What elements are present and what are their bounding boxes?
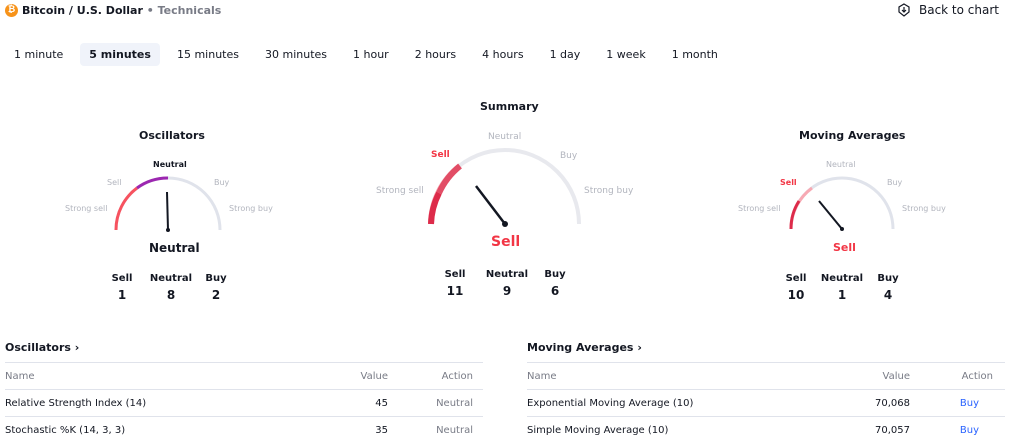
oscillators-table: Oscillators › Name Value Action Relative… xyxy=(5,336,483,443)
ma-buy-count: Buy 4 xyxy=(877,273,899,302)
table-header-row: Name Value Action xyxy=(5,362,483,389)
tab-1-week[interactable]: 1 week xyxy=(597,43,654,66)
indicator-name: Stochastic %K (14, 3, 3) xyxy=(5,425,126,436)
ma-label-strong-buy: Strong buy xyxy=(902,204,946,213)
ma-label-buy: Buy xyxy=(887,178,903,187)
timeframe-tabs: 1 minute 5 minutes 15 minutes 30 minutes… xyxy=(5,43,735,66)
ma-gauge-title: Moving Averages xyxy=(799,129,906,142)
back-to-chart-button[interactable]: Back to chart xyxy=(897,3,999,17)
indicator-name: Relative Strength Index (14) xyxy=(5,398,147,409)
tab-4-hours[interactable]: 4 hours xyxy=(473,43,532,66)
tab-15-minutes[interactable]: 15 minutes xyxy=(168,43,248,66)
ma-label-sell: Sell xyxy=(780,178,797,187)
oscillators-counts: Sell 1 Neutral 8 Buy 2 xyxy=(110,273,228,302)
sum-label-strong-sell: Strong sell xyxy=(376,186,424,196)
ma-label-strong-sell: Strong sell xyxy=(738,204,781,213)
indicator-name: Exponential Moving Average (10) xyxy=(527,398,694,409)
oscillators-result: Neutral xyxy=(149,241,200,255)
tab-2-hours[interactable]: 2 hours xyxy=(406,43,465,66)
ma-neutral-count: Neutral 1 xyxy=(820,273,864,302)
ma-needle xyxy=(818,200,843,230)
tab-1-day[interactable]: 1 day xyxy=(541,43,590,66)
column-action-header: Action xyxy=(961,371,993,382)
oscillators-gauge-dial xyxy=(114,176,222,232)
osc-label-neutral: Neutral xyxy=(153,160,187,169)
sum-label-sell: Sell xyxy=(431,150,450,160)
sum-sell-count: Sell 11 xyxy=(444,269,466,298)
osc-neutral-count: Neutral 8 xyxy=(149,273,193,302)
tab-1-month[interactable]: 1 month xyxy=(663,43,727,66)
indicator-action: Neutral xyxy=(436,398,473,409)
indicator-value: 45 xyxy=(375,398,388,409)
back-to-chart-label: Back to chart xyxy=(918,3,999,17)
table-row: Simple Moving Average (10) 70,057 Buy xyxy=(527,416,1005,443)
ma-counts: Sell 10 Neutral 1 Buy 4 xyxy=(783,273,901,302)
column-value-header: Value xyxy=(360,371,388,382)
chevron-right-icon: › xyxy=(637,341,642,354)
tab-5-minutes[interactable]: 5 minutes xyxy=(80,43,160,66)
moving-averages-table: Moving Averages › Name Value Action Expo… xyxy=(527,336,1005,443)
table-row: Stochastic %K (14, 3, 3) 35 Neutral xyxy=(5,416,483,443)
ma-label-neutral: Neutral xyxy=(826,160,856,169)
indicator-value: 35 xyxy=(375,425,388,436)
chart-back-icon xyxy=(898,3,910,17)
indicator-action: Buy xyxy=(959,425,979,436)
page-header: ₿ Bitcoin / U.S. Dollar • Technicals Bac… xyxy=(0,0,1024,22)
column-value-header: Value xyxy=(882,371,910,382)
tab-1-minute[interactable]: 1 minute xyxy=(5,43,72,66)
oscillators-table-title[interactable]: Oscillators › xyxy=(5,336,483,362)
section-name: Technicals xyxy=(157,4,222,17)
ma-table-title[interactable]: Moving Averages › xyxy=(527,336,1005,362)
sum-label-neutral: Neutral xyxy=(488,132,522,142)
oscillators-gauge-title: Oscillators xyxy=(139,129,205,142)
table-header-row: Name Value Action xyxy=(527,362,1005,389)
osc-label-strong-sell: Strong sell xyxy=(65,204,108,213)
ma-result: Sell xyxy=(833,241,856,254)
indicator-action: Neutral xyxy=(436,425,473,436)
chevron-right-icon: › xyxy=(74,341,80,354)
page-title: Bitcoin / U.S. Dollar • Technicals xyxy=(22,4,221,17)
table-row: Relative Strength Index (14) 45 Neutral xyxy=(5,389,483,416)
sum-label-strong-buy: Strong buy xyxy=(584,186,634,196)
oscillators-needle xyxy=(166,191,169,231)
indicator-name: Simple Moving Average (10) xyxy=(527,425,669,436)
tab-30-minutes[interactable]: 30 minutes xyxy=(256,43,336,66)
bitcoin-icon: ₿ xyxy=(5,4,18,17)
sum-label-buy: Buy xyxy=(560,151,578,161)
column-action-header: Action xyxy=(441,371,473,382)
osc-label-strong-buy: Strong buy xyxy=(229,204,273,213)
column-name-header: Name xyxy=(527,371,557,382)
sum-neutral-count: Neutral 9 xyxy=(485,269,529,298)
column-name-header: Name xyxy=(5,371,35,382)
summary-gauge-title: Summary xyxy=(480,100,539,113)
indicator-action: Buy xyxy=(959,398,979,409)
indicator-value: 70,068 xyxy=(875,398,910,409)
indicator-value: 70,057 xyxy=(875,425,910,436)
ma-gauge-dial xyxy=(789,176,895,231)
osc-buy-count: Buy 2 xyxy=(205,273,227,302)
title-separator: • xyxy=(146,4,154,17)
tab-1-hour[interactable]: 1 hour xyxy=(344,43,398,66)
summary-result: Sell xyxy=(491,234,521,250)
sum-buy-count: Buy 6 xyxy=(544,269,566,298)
summary-needle xyxy=(475,185,506,225)
summary-counts: Sell 11 Neutral 9 Buy 6 xyxy=(441,269,569,298)
table-row: Exponential Moving Average (10) 70,068 B… xyxy=(527,389,1005,416)
osc-label-buy: Buy xyxy=(214,178,230,187)
ma-sell-count: Sell 10 xyxy=(785,273,807,302)
osc-label-sell: Sell xyxy=(107,178,122,187)
osc-sell-count: Sell 1 xyxy=(111,273,133,302)
symbol-name: Bitcoin / U.S. Dollar xyxy=(22,4,143,17)
